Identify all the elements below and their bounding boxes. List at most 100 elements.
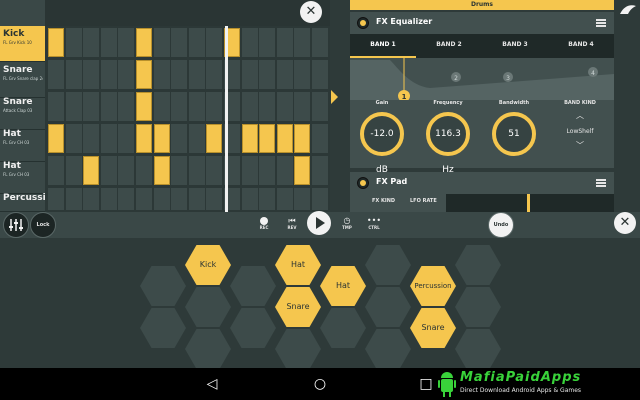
fx-pad-menu-icon[interactable] [596, 179, 606, 187]
step-off[interactable] [100, 156, 117, 185]
step-on[interactable] [136, 28, 152, 57]
eq-curve[interactable]: 1 2 3 4 [350, 58, 614, 102]
track-hat-2[interactable]: Hat FL Grv CH 03 [0, 158, 45, 194]
step-off[interactable] [312, 92, 328, 121]
step-off[interactable] [153, 60, 170, 89]
tab-band-4[interactable]: BAND 4 [548, 34, 614, 58]
fx-equalizer-menu-icon[interactable] [596, 19, 606, 27]
step-off[interactable] [276, 28, 293, 57]
step-off[interactable] [65, 92, 82, 121]
step-off[interactable] [118, 92, 135, 121]
step-off[interactable] [100, 188, 117, 210]
step-off[interactable] [118, 188, 135, 210]
step-off[interactable] [188, 124, 205, 153]
step-off[interactable] [118, 60, 135, 89]
step-on[interactable] [153, 124, 170, 153]
step-off[interactable] [48, 188, 64, 210]
step-off[interactable] [276, 60, 293, 89]
step-off[interactable] [136, 156, 152, 185]
band-kind-down-icon[interactable]: ﹀ [568, 142, 592, 150]
tab-band-3[interactable]: BAND 3 [482, 34, 548, 58]
step-off[interactable] [118, 124, 135, 153]
step-off[interactable] [206, 28, 223, 57]
step-off[interactable] [241, 28, 258, 57]
step-on[interactable] [48, 28, 64, 57]
step-on[interactable] [83, 156, 100, 185]
step-off[interactable] [65, 188, 82, 210]
step-off[interactable] [259, 60, 276, 89]
step-off[interactable] [241, 60, 258, 89]
step-off[interactable] [259, 28, 276, 57]
tab-band-2[interactable]: BAND 2 [416, 34, 482, 58]
step-off[interactable] [48, 60, 64, 89]
step-off[interactable] [153, 92, 170, 121]
mixer-button[interactable] [3, 212, 29, 238]
tab-band-1[interactable]: BAND 1 [350, 34, 416, 58]
tmp-button[interactable]: ◷ TMP [339, 217, 355, 231]
fx-pad-strip[interactable] [446, 194, 614, 212]
step-off[interactable] [241, 92, 258, 121]
step-off[interactable] [65, 124, 82, 153]
step-off[interactable] [83, 28, 100, 57]
step-off[interactable] [294, 92, 311, 121]
step-on[interactable] [294, 124, 311, 153]
track-snare-2[interactable]: Snare Attack Clap 03 [0, 94, 45, 130]
step-off[interactable] [83, 124, 100, 153]
close-sequencer-button[interactable]: ✕ [300, 1, 322, 23]
step-off[interactable] [259, 156, 276, 185]
bandwidth-knob[interactable]: 51 [492, 112, 536, 156]
track-percussion[interactable]: Percussion [0, 190, 58, 212]
step-off[interactable] [206, 92, 223, 121]
drums-tab[interactable]: Drums [350, 0, 614, 10]
step-off[interactable] [83, 60, 100, 89]
back-icon[interactable]: ◁ [200, 368, 224, 400]
step-off[interactable] [312, 188, 328, 210]
step-off[interactable] [48, 92, 64, 121]
fx-pad-toggle[interactable] [357, 177, 369, 189]
step-off[interactable] [206, 156, 223, 185]
step-off[interactable] [65, 60, 82, 89]
step-off[interactable] [100, 28, 117, 57]
undo-button[interactable]: Undo [488, 212, 514, 238]
step-off[interactable] [83, 188, 100, 210]
step-off[interactable] [294, 60, 311, 89]
close-pads-button[interactable]: ✕ [614, 212, 636, 234]
track-kick[interactable]: Kick FL Grv Kick 10 [0, 26, 45, 62]
lock-button[interactable]: Lock [30, 212, 56, 238]
recents-icon[interactable]: □ [414, 368, 438, 400]
step-off[interactable] [100, 92, 117, 121]
step-off[interactable] [206, 60, 223, 89]
step-on[interactable] [153, 156, 170, 185]
step-off[interactable] [171, 124, 188, 153]
gain-knob[interactable]: -12.0 dB [360, 112, 404, 175]
step-off[interactable] [171, 92, 188, 121]
frequency-knob[interactable]: 116.3 Hz [426, 112, 470, 175]
step-on[interactable] [276, 124, 293, 153]
band-kind-up-icon[interactable]: ︿ [568, 112, 592, 120]
step-off[interactable] [83, 92, 100, 121]
step-on[interactable] [136, 60, 152, 89]
track-hat-1[interactable]: Hat FL Grv CH 03 [0, 126, 45, 162]
step-off[interactable] [171, 188, 188, 210]
step-off[interactable] [65, 156, 82, 185]
step-off[interactable] [294, 188, 311, 210]
step-on[interactable] [206, 124, 223, 153]
step-off[interactable] [65, 28, 82, 57]
track-snare-1[interactable]: Snare FL Grv Snare clap 24 [0, 62, 45, 98]
step-off[interactable] [241, 156, 258, 185]
band-kind-value[interactable]: LowShelf [556, 128, 604, 135]
step-on[interactable] [136, 92, 152, 121]
step-off[interactable] [188, 92, 205, 121]
home-icon[interactable]: ○ [308, 368, 332, 400]
step-off[interactable] [312, 124, 328, 153]
step-off[interactable] [188, 60, 205, 89]
step-off[interactable] [188, 156, 205, 185]
step-off[interactable] [153, 28, 170, 57]
step-off[interactable] [118, 156, 135, 185]
swing-label[interactable]: SWING [0, 0, 330, 26]
step-off[interactable] [153, 188, 170, 210]
step-on[interactable] [241, 124, 258, 153]
step-off[interactable] [312, 28, 328, 57]
step-off[interactable] [206, 188, 223, 210]
step-off[interactable] [276, 188, 293, 210]
